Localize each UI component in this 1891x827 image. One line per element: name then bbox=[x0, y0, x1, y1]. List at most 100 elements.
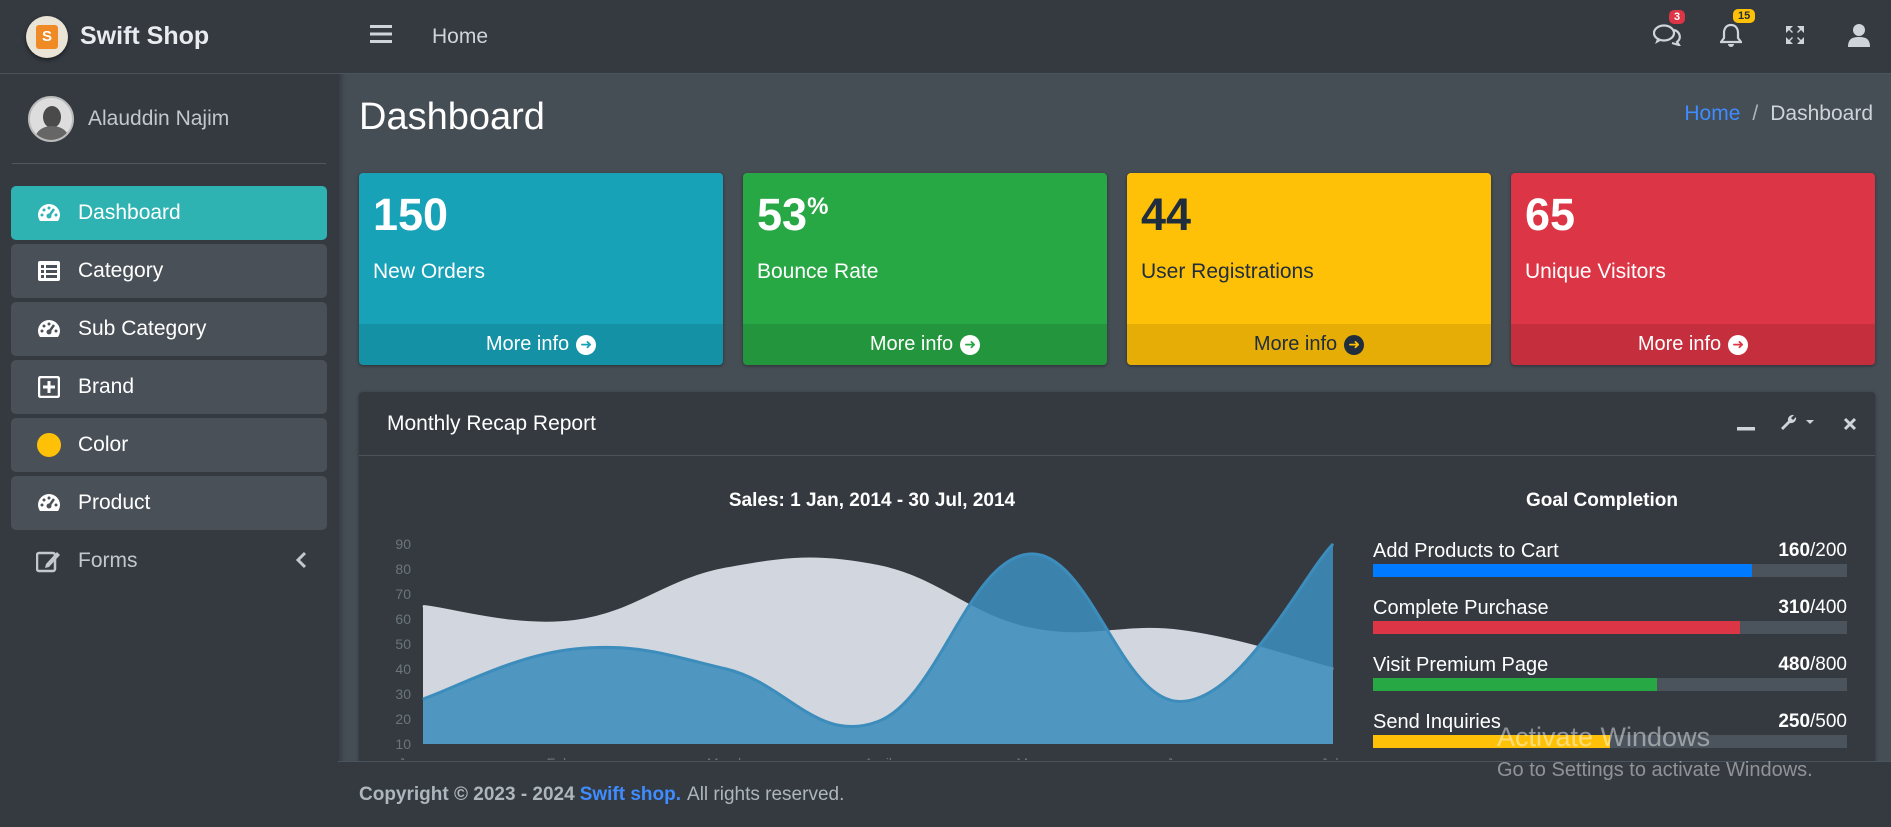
data-point bbox=[574, 621, 576, 622]
tachometer-icon bbox=[36, 317, 62, 341]
sidebar: S Swift Shop Alauddin Najim Dashboard Ca… bbox=[0, 0, 338, 827]
data-point bbox=[1332, 543, 1334, 545]
arrow-circle-right-icon: ➜ bbox=[1728, 334, 1749, 355]
data-point bbox=[725, 668, 727, 670]
watermark-subtitle: Go to Settings to activate Windows. bbox=[1497, 759, 1813, 781]
progress-fill bbox=[1373, 678, 1658, 691]
user-panel[interactable]: Alauddin Najim bbox=[12, 74, 326, 164]
stat-box-unique-visitors: 65 Unique Visitors More info ➜ bbox=[1511, 173, 1875, 365]
chart-title: Sales: 1 Jan, 2014 - 30 Jul, 2014 bbox=[728, 490, 1016, 511]
more-info-link[interactable]: More info ➜ bbox=[743, 324, 1107, 365]
stat-box-new-orders: 150 New Orders More info ➜ bbox=[359, 173, 723, 365]
x-tick-label: July bbox=[1321, 755, 1343, 760]
more-info-link[interactable]: More info ➜ bbox=[1511, 324, 1875, 365]
brand-name: Swift Shop bbox=[80, 22, 210, 50]
card-tools bbox=[1737, 412, 1857, 438]
brand-logo: S bbox=[26, 15, 68, 58]
arrow-circle-right-icon: ➜ bbox=[1344, 334, 1365, 355]
y-tick-label: 40 bbox=[395, 661, 411, 677]
sidebar-item-product[interactable]: Product bbox=[11, 476, 327, 530]
goal-item: Add Products to Cart 160/200 bbox=[1373, 540, 1847, 597]
x-tick-label: March bbox=[707, 755, 746, 760]
goal-value: 310/400 bbox=[1778, 597, 1847, 618]
progress-fill bbox=[1373, 564, 1753, 577]
minus-icon[interactable] bbox=[1737, 413, 1755, 437]
goal-label: Complete Purchase bbox=[1373, 597, 1549, 619]
sidebar-item-label: Sub Category bbox=[78, 317, 207, 340]
y-tick-label: 50 bbox=[395, 636, 411, 652]
tachometer-icon bbox=[36, 491, 62, 515]
stat-value: 53% bbox=[757, 189, 829, 240]
circle-icon bbox=[36, 433, 62, 457]
goal-value: 480/800 bbox=[1778, 654, 1847, 675]
sidebar-item-brand[interactable]: Brand bbox=[11, 360, 327, 414]
fullscreen-button[interactable] bbox=[1763, 24, 1827, 51]
chevron-left-icon[interactable] bbox=[295, 551, 307, 575]
breadcrumb-home[interactable]: Home bbox=[1684, 102, 1740, 125]
data-point bbox=[725, 568, 727, 570]
edit-icon bbox=[36, 549, 62, 573]
sidebar-item-label: Product bbox=[78, 491, 151, 514]
goal-label: Send Inquiries bbox=[1373, 711, 1501, 733]
sidebar-item-label: Brand bbox=[78, 375, 135, 398]
progress-bar bbox=[1373, 621, 1847, 634]
data-point bbox=[877, 566, 879, 567]
data-point bbox=[1029, 553, 1031, 555]
sidebar-item-label: Forms bbox=[78, 549, 138, 572]
close-icon[interactable] bbox=[1843, 413, 1857, 437]
arrow-circle-right-icon: ➜ bbox=[576, 334, 597, 355]
x-tick-label: April bbox=[864, 755, 892, 760]
top-navbar: Home 3 15 bbox=[338, 0, 1891, 74]
main-content: Dashboard Home / Dashboard 150 New Orders … bbox=[338, 74, 1891, 772]
breadcrumb-current: Dashboard bbox=[1770, 102, 1873, 125]
x-tick-label: May bbox=[1016, 755, 1042, 760]
progress-bar bbox=[1373, 678, 1847, 691]
stat-label: Unique Visitors bbox=[1525, 260, 1666, 283]
sidebar-item-label: Dashboard bbox=[78, 201, 181, 224]
footer-rights: All rights reserved. bbox=[687, 783, 845, 805]
watermark-title: Activate Windows bbox=[1497, 722, 1711, 752]
data-point bbox=[877, 721, 879, 722]
stat-label: Bounce Rate bbox=[757, 260, 879, 283]
x-tick-label: June bbox=[1166, 755, 1197, 760]
sidebar-item-dashboard[interactable]: Dashboard bbox=[11, 186, 327, 240]
data-point bbox=[574, 648, 576, 650]
more-info-link[interactable]: More info ➜ bbox=[359, 324, 723, 365]
monthly-recap-card: Monthly Recap Report Sales: 1 Jan, 2014 … bbox=[359, 392, 1875, 772]
user-menu-button[interactable] bbox=[1827, 23, 1891, 52]
sidebar-item-category[interactable]: Category bbox=[11, 244, 327, 298]
footer-brand-link[interactable]: Swift shop. bbox=[580, 784, 681, 806]
avatar bbox=[28, 95, 74, 142]
sidebar-item-forms[interactable]: Forms bbox=[11, 534, 327, 588]
x-tick-label: January bbox=[398, 755, 448, 760]
more-info-link[interactable]: More info ➜ bbox=[1127, 324, 1491, 365]
data-point bbox=[422, 698, 424, 700]
list-icon bbox=[36, 259, 62, 283]
goal-value: 160/200 bbox=[1778, 540, 1847, 561]
x-tick-label: February bbox=[547, 755, 603, 760]
hamburger-menu-icon[interactable] bbox=[370, 25, 392, 48]
bell-icon bbox=[1718, 23, 1744, 52]
sidebar-nav: Dashboard Category Sub Category Brand Co… bbox=[0, 164, 338, 588]
sidebar-item-label: Category bbox=[78, 259, 164, 282]
goal-label: Visit Premium Page bbox=[1373, 654, 1549, 676]
sidebar-item-color[interactable]: Color bbox=[11, 418, 327, 472]
brand-link[interactable]: S Swift Shop bbox=[0, 0, 338, 74]
card-title: Monthly Recap Report bbox=[387, 411, 596, 435]
page-title: Dashboard bbox=[359, 96, 545, 138]
user-icon bbox=[1848, 23, 1870, 52]
tachometer-icon bbox=[36, 201, 62, 225]
progress-fill bbox=[1373, 621, 1741, 634]
comments-icon bbox=[1652, 23, 1682, 51]
y-tick-label: 60 bbox=[395, 611, 411, 627]
top-home-link[interactable]: Home bbox=[432, 25, 488, 49]
card-header: Monthly Recap Report bbox=[359, 392, 1875, 456]
notifications-button[interactable]: 15 bbox=[1699, 8, 1763, 52]
messages-button[interactable]: 3 bbox=[1635, 9, 1699, 51]
user-name[interactable]: Alauddin Najim bbox=[88, 107, 229, 131]
y-tick-label: 10 bbox=[395, 736, 411, 752]
sidebar-item-sub-category[interactable]: Sub Category bbox=[11, 302, 327, 356]
stat-value: 65 bbox=[1525, 189, 1576, 240]
wrench-dropdown-icon[interactable] bbox=[1779, 412, 1819, 438]
stat-boxes: 150 New Orders More info ➜ 53% Bounce Ra… bbox=[359, 173, 1875, 365]
